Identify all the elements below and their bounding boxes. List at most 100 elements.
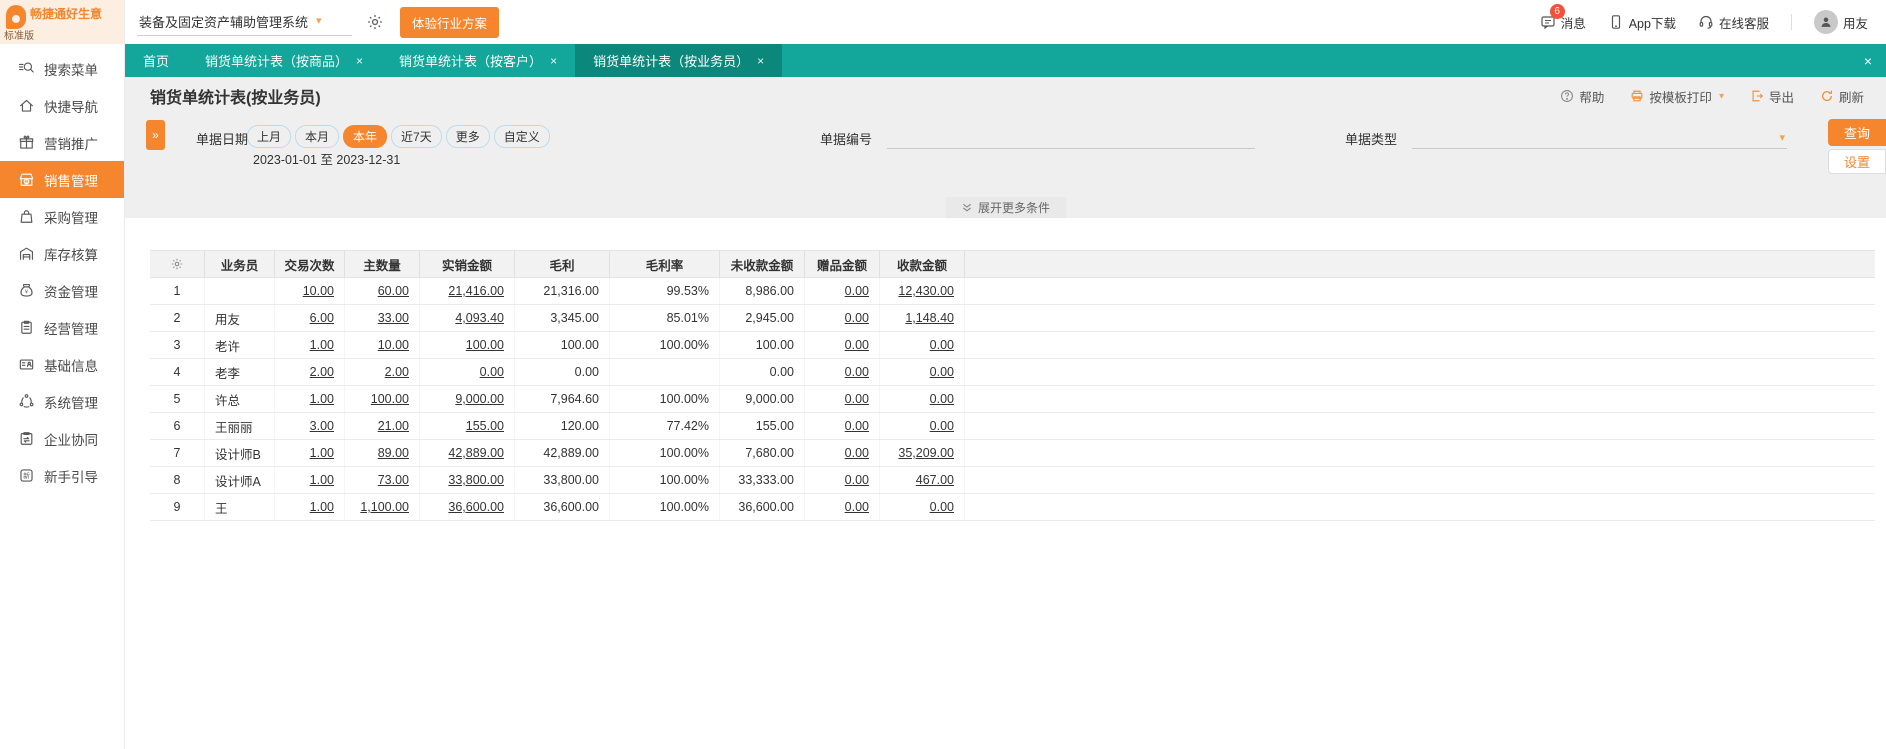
chevron-down-icon[interactable]: ▾ bbox=[1719, 91, 1724, 102]
value-cell[interactable]: 467.00 bbox=[880, 467, 965, 493]
drilldown-link[interactable]: 73.00 bbox=[378, 473, 409, 487]
column-header-8[interactable]: 收款金额 bbox=[880, 251, 965, 277]
value-cell[interactable]: 155.00 bbox=[420, 413, 515, 439]
value-cell[interactable]: 1,100.00 bbox=[345, 494, 420, 520]
value-cell[interactable]: 1.00 bbox=[275, 494, 345, 520]
value-cell[interactable]: 12,430.00 bbox=[880, 278, 965, 304]
value-cell[interactable]: 0.00 bbox=[805, 440, 880, 466]
value-cell[interactable]: 1.00 bbox=[275, 467, 345, 493]
date-pill-5[interactable]: 自定义 bbox=[493, 125, 550, 148]
value-cell[interactable]: 36,600.00 bbox=[420, 494, 515, 520]
refresh-button[interactable]: 刷新 bbox=[1820, 87, 1864, 106]
settings-button[interactable]: 设置 bbox=[1828, 149, 1886, 174]
tab-close-icon[interactable]: × bbox=[757, 54, 764, 68]
column-header-0[interactable]: 业务员 bbox=[205, 251, 275, 277]
drilldown-link[interactable]: 0.00 bbox=[930, 392, 954, 406]
value-cell[interactable]: 42,889.00 bbox=[420, 440, 515, 466]
column-settings-icon[interactable] bbox=[150, 251, 205, 277]
drilldown-link[interactable]: 89.00 bbox=[378, 446, 409, 460]
value-cell[interactable]: 33.00 bbox=[345, 305, 420, 331]
value-cell[interactable]: 0.00 bbox=[880, 413, 965, 439]
drilldown-link[interactable]: 1,100.00 bbox=[360, 500, 409, 514]
drilldown-link[interactable]: 1.00 bbox=[310, 500, 334, 514]
drilldown-link[interactable]: 100.00 bbox=[371, 392, 409, 406]
drilldown-link[interactable]: 0.00 bbox=[930, 419, 954, 433]
sidebar-item-funds[interactable]: ¥ 资金管理 bbox=[0, 272, 124, 309]
drilldown-link[interactable]: 60.00 bbox=[378, 284, 409, 298]
drilldown-link[interactable]: 33.00 bbox=[378, 311, 409, 325]
drilldown-link[interactable]: 21,416.00 bbox=[448, 284, 504, 298]
tab-close-icon[interactable]: × bbox=[550, 54, 557, 68]
drilldown-link[interactable]: 0.00 bbox=[845, 338, 869, 352]
doc-no-input[interactable] bbox=[887, 127, 1255, 149]
drilldown-link[interactable]: 36,600.00 bbox=[448, 500, 504, 514]
date-pill-4[interactable]: 更多 bbox=[445, 125, 490, 148]
drilldown-link[interactable]: 10.00 bbox=[378, 338, 409, 352]
value-cell[interactable]: 60.00 bbox=[345, 278, 420, 304]
export-button[interactable]: 导出 bbox=[1750, 87, 1794, 106]
date-pill-2[interactable]: 本年 bbox=[343, 125, 388, 148]
user-menu[interactable]: 用友 bbox=[1813, 10, 1868, 34]
value-cell[interactable]: 0.00 bbox=[880, 494, 965, 520]
help-button[interactable]: 帮助 bbox=[1560, 87, 1604, 106]
value-cell[interactable]: 35,209.00 bbox=[880, 440, 965, 466]
value-cell[interactable]: 100.00 bbox=[420, 332, 515, 358]
value-cell[interactable]: 0.00 bbox=[420, 359, 515, 385]
drilldown-link[interactable]: 0.00 bbox=[930, 365, 954, 379]
drilldown-link[interactable]: 1.00 bbox=[310, 473, 334, 487]
column-header-1[interactable]: 交易次数 bbox=[275, 251, 345, 277]
value-cell[interactable]: 0.00 bbox=[880, 386, 965, 412]
value-cell[interactable]: 33,800.00 bbox=[420, 467, 515, 493]
doc-type-select[interactable]: ▾ bbox=[1412, 127, 1787, 149]
sidebar-item-home[interactable]: 快捷导航 bbox=[0, 87, 124, 124]
drilldown-link[interactable]: 155.00 bbox=[466, 419, 504, 433]
sidebar-item-collab[interactable]: 企业协同 bbox=[0, 420, 124, 457]
value-cell[interactable]: 0.00 bbox=[880, 332, 965, 358]
value-cell[interactable]: 10.00 bbox=[275, 278, 345, 304]
sidebar-item-gift[interactable]: 营销推广 bbox=[0, 124, 124, 161]
drilldown-link[interactable]: 1,148.40 bbox=[905, 311, 954, 325]
app-download-button[interactable]: App下载 bbox=[1608, 13, 1676, 32]
value-cell[interactable]: 0.00 bbox=[880, 359, 965, 385]
value-cell[interactable]: 9,000.00 bbox=[420, 386, 515, 412]
value-cell[interactable]: 0.00 bbox=[805, 413, 880, 439]
value-cell[interactable]: 10.00 bbox=[345, 332, 420, 358]
value-cell[interactable]: 1.00 bbox=[275, 386, 345, 412]
drilldown-link[interactable]: 9,000.00 bbox=[455, 392, 504, 406]
drilldown-link[interactable]: 33,800.00 bbox=[448, 473, 504, 487]
query-button[interactable]: 查询 bbox=[1828, 119, 1886, 146]
value-cell[interactable]: 0.00 bbox=[805, 332, 880, 358]
drilldown-link[interactable]: 1.00 bbox=[310, 392, 334, 406]
drilldown-link[interactable]: 0.00 bbox=[845, 311, 869, 325]
value-cell[interactable]: 0.00 bbox=[805, 494, 880, 520]
value-cell[interactable]: 4,093.40 bbox=[420, 305, 515, 331]
drilldown-link[interactable]: 42,889.00 bbox=[448, 446, 504, 460]
drilldown-link[interactable]: 100.00 bbox=[466, 338, 504, 352]
drilldown-link[interactable]: 35,209.00 bbox=[898, 446, 954, 460]
sidebar-item-baseinfo[interactable]: 基础信息 bbox=[0, 346, 124, 383]
column-header-3[interactable]: 实销金额 bbox=[420, 251, 515, 277]
drilldown-link[interactable]: 3.00 bbox=[310, 419, 334, 433]
drilldown-link[interactable]: 1.00 bbox=[310, 446, 334, 460]
expand-more-conditions-button[interactable]: 展开更多条件 bbox=[944, 197, 1067, 218]
drilldown-link[interactable]: 12,430.00 bbox=[898, 284, 954, 298]
drilldown-link[interactable]: 2.00 bbox=[385, 365, 409, 379]
drilldown-link[interactable]: 0.00 bbox=[845, 419, 869, 433]
trial-industry-button[interactable]: 体验行业方案 bbox=[400, 6, 500, 38]
tab-1[interactable]: 销货单统计表（按商品） × bbox=[187, 44, 381, 77]
drilldown-link[interactable]: 0.00 bbox=[845, 284, 869, 298]
value-cell[interactable]: 0.00 bbox=[805, 305, 880, 331]
print-by-template-button[interactable]: 按模板打印 ▾ bbox=[1630, 87, 1724, 106]
value-cell[interactable]: 1.00 bbox=[275, 332, 345, 358]
value-cell[interactable]: 1,148.40 bbox=[880, 305, 965, 331]
sidebar-item-sales[interactable]: $ 销售管理 bbox=[0, 161, 124, 198]
column-header-4[interactable]: 毛利 bbox=[515, 251, 610, 277]
drilldown-link[interactable]: 0.00 bbox=[845, 473, 869, 487]
date-pill-3[interactable]: 近7天 bbox=[391, 125, 442, 148]
drilldown-link[interactable]: 0.00 bbox=[845, 446, 869, 460]
column-header-5[interactable]: 毛利率 bbox=[610, 251, 720, 277]
tab-0[interactable]: 首页 bbox=[125, 44, 187, 77]
column-header-6[interactable]: 未收款金额 bbox=[720, 251, 805, 277]
drilldown-link[interactable]: 0.00 bbox=[930, 338, 954, 352]
drilldown-link[interactable]: 0.00 bbox=[930, 500, 954, 514]
